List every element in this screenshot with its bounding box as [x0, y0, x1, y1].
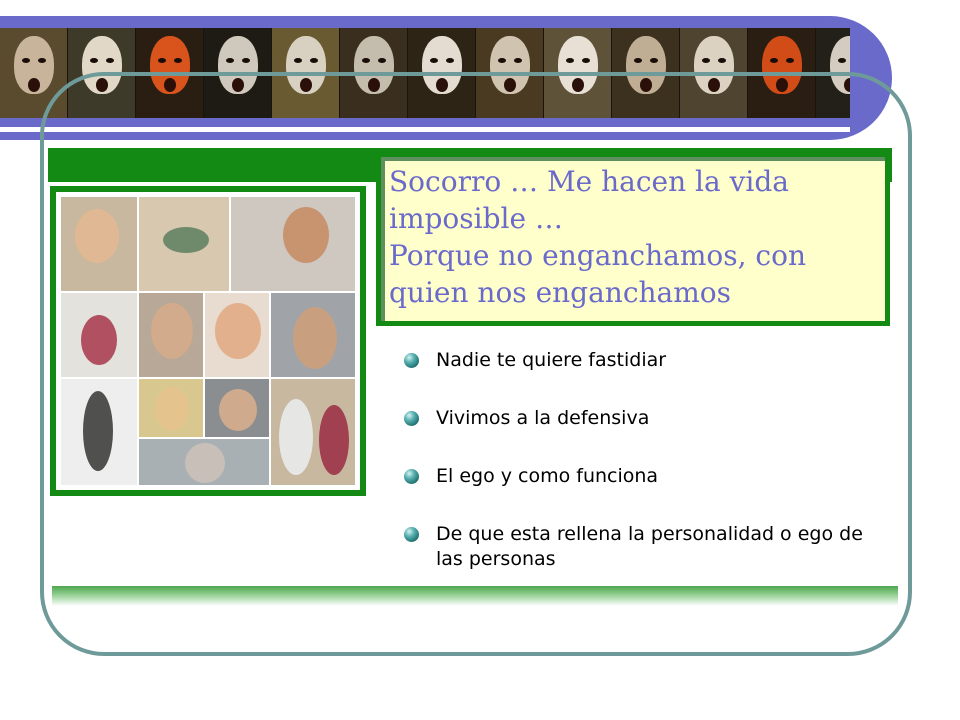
bullet-item: De que esta rellena la personalidad o eg… [402, 522, 882, 572]
bottom-separator [52, 586, 898, 606]
bullet-text: Nadie te quiere fastidiar [436, 349, 667, 371]
bullet-text: Vivimos a la defensiva [436, 407, 650, 429]
teal-sphere-bullet-icon [404, 469, 419, 484]
bullet-item: Nadie te quiere fastidiar [402, 348, 666, 373]
teal-sphere-bullet-icon [404, 353, 419, 368]
slide-title: Socorro … Me hacen la vida imposible … P… [389, 163, 877, 311]
teal-sphere-bullet-icon [404, 411, 419, 426]
title-line-1: Socorro … Me hacen la vida [389, 165, 789, 198]
bullet-item: Vivimos a la defensiva [402, 406, 649, 431]
title-inner: Socorro … Me hacen la vida imposible … P… [381, 157, 885, 321]
bullet-item: El ego y como funciona [402, 464, 658, 489]
photo-collage-image [60, 196, 356, 486]
title-box: Socorro … Me hacen la vida imposible … P… [376, 152, 890, 326]
photo-collage-frame [50, 186, 366, 496]
photo-collage-inner [56, 192, 360, 490]
title-line-2: imposible … [389, 202, 563, 235]
bullet-text: El ego y como funciona [436, 465, 659, 487]
title-line-4: quien nos enganchamos [389, 276, 732, 309]
title-line-3: Porque no enganchamos, con [389, 239, 806, 272]
bullet-text: De que esta rellena la personalidad o eg… [436, 523, 863, 570]
teal-sphere-bullet-icon [404, 527, 419, 542]
